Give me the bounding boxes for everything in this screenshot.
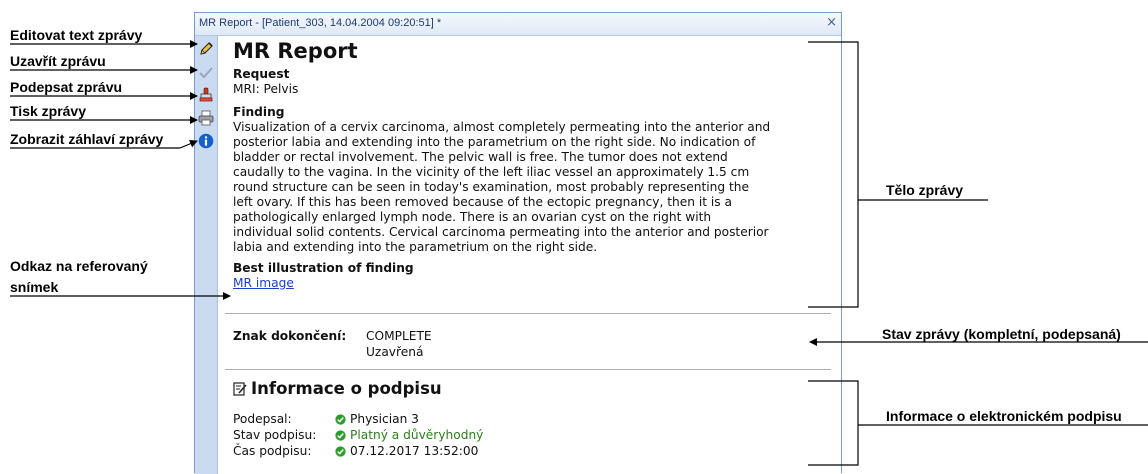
state-text: Platný a důvěryhodný bbox=[350, 428, 484, 442]
close-icon[interactable]: × bbox=[826, 15, 837, 30]
signature-icon bbox=[233, 382, 247, 396]
window-titlebar: MR Report - [Patient_303, 14.04.2004 09:… bbox=[195, 13, 841, 36]
window-title: MR Report - [Patient_303, 14.04.2004 09:… bbox=[199, 17, 442, 29]
signature-heading: Informace o podpisu bbox=[251, 379, 442, 398]
finding-line: labia and extending into the parametrium… bbox=[233, 240, 598, 254]
report-title: MR Report bbox=[233, 39, 358, 63]
callout-signature-info: Informace o elektronickém podpisu bbox=[886, 408, 1122, 424]
divider bbox=[225, 313, 831, 314]
callout-close-report: Uzavřít zprávu bbox=[10, 53, 106, 69]
signed-by-value: Physician 3 bbox=[335, 412, 419, 427]
callout-show-header: Zobrazit záhlaví zprávy bbox=[10, 131, 164, 147]
request-text: MRI: Pelvis bbox=[233, 82, 299, 96]
status-value: COMPLETE bbox=[366, 329, 432, 343]
check-circle-icon bbox=[335, 414, 346, 425]
pencil-icon[interactable] bbox=[198, 41, 214, 57]
callout-print-report: Tisk zprávy bbox=[10, 103, 87, 119]
printer-icon[interactable] bbox=[198, 110, 214, 126]
finding-line: pathologically enlarged lymph node. Ther… bbox=[233, 210, 712, 224]
finding-line: left ovary. If this has been removed bec… bbox=[233, 195, 732, 209]
checkmark-icon[interactable] bbox=[198, 65, 214, 81]
finding-line: caudally to the vagina. In the vicinity … bbox=[233, 165, 750, 179]
state-value: Platný a důvěryhodný bbox=[335, 428, 483, 443]
finding-heading: Finding bbox=[233, 105, 285, 119]
time-label: Čas podpisu: bbox=[233, 444, 312, 458]
signed-by-label: Podepsal: bbox=[233, 412, 292, 426]
mr-image-link[interactable]: MR image bbox=[233, 276, 294, 291]
callout-reference-link-2: snímek bbox=[10, 279, 59, 295]
finding-line: Visualization of a cervix carcinoma, alm… bbox=[233, 120, 771, 134]
signed-by-text: Physician 3 bbox=[350, 412, 419, 426]
finding-line: bladder or rectal involvement. The pelvi… bbox=[233, 150, 728, 164]
report-window: MR Report - [Patient_303, 14.04.2004 09:… bbox=[194, 12, 842, 474]
divider bbox=[225, 369, 831, 370]
stamp-icon[interactable] bbox=[198, 87, 214, 103]
status-value-secondary: Uzavřená bbox=[366, 345, 424, 359]
illustration-heading: Best illustration of finding bbox=[233, 261, 414, 275]
callout-reference-link: Odkaz na referovaný bbox=[10, 258, 148, 274]
callout-sign-report: Podepsat zprávu bbox=[10, 79, 123, 95]
request-heading: Request bbox=[233, 67, 290, 81]
info-icon[interactable] bbox=[198, 133, 214, 149]
callout-edit-text: Editovat text zprávy bbox=[10, 27, 143, 43]
status-label: Znak dokončení: bbox=[233, 329, 347, 343]
finding-line: round structure can be seen in today's e… bbox=[233, 180, 749, 194]
state-label: Stav podpisu: bbox=[233, 428, 317, 442]
report-toolbar bbox=[195, 36, 218, 474]
check-circle-icon bbox=[335, 430, 346, 441]
check-circle-icon bbox=[335, 446, 346, 457]
finding-line: individual solid contents. Cervical carc… bbox=[233, 225, 769, 239]
finding-line: posterior labia and extending into the p… bbox=[233, 135, 756, 149]
callout-report-body: Tělo zprávy bbox=[886, 182, 964, 198]
time-text: 07.12.2017 13:52:00 bbox=[350, 444, 479, 458]
time-value: 07.12.2017 13:52:00 bbox=[335, 444, 478, 459]
callout-report-status: Stav zprávy (kompletní, podepsaná) bbox=[882, 326, 1121, 342]
